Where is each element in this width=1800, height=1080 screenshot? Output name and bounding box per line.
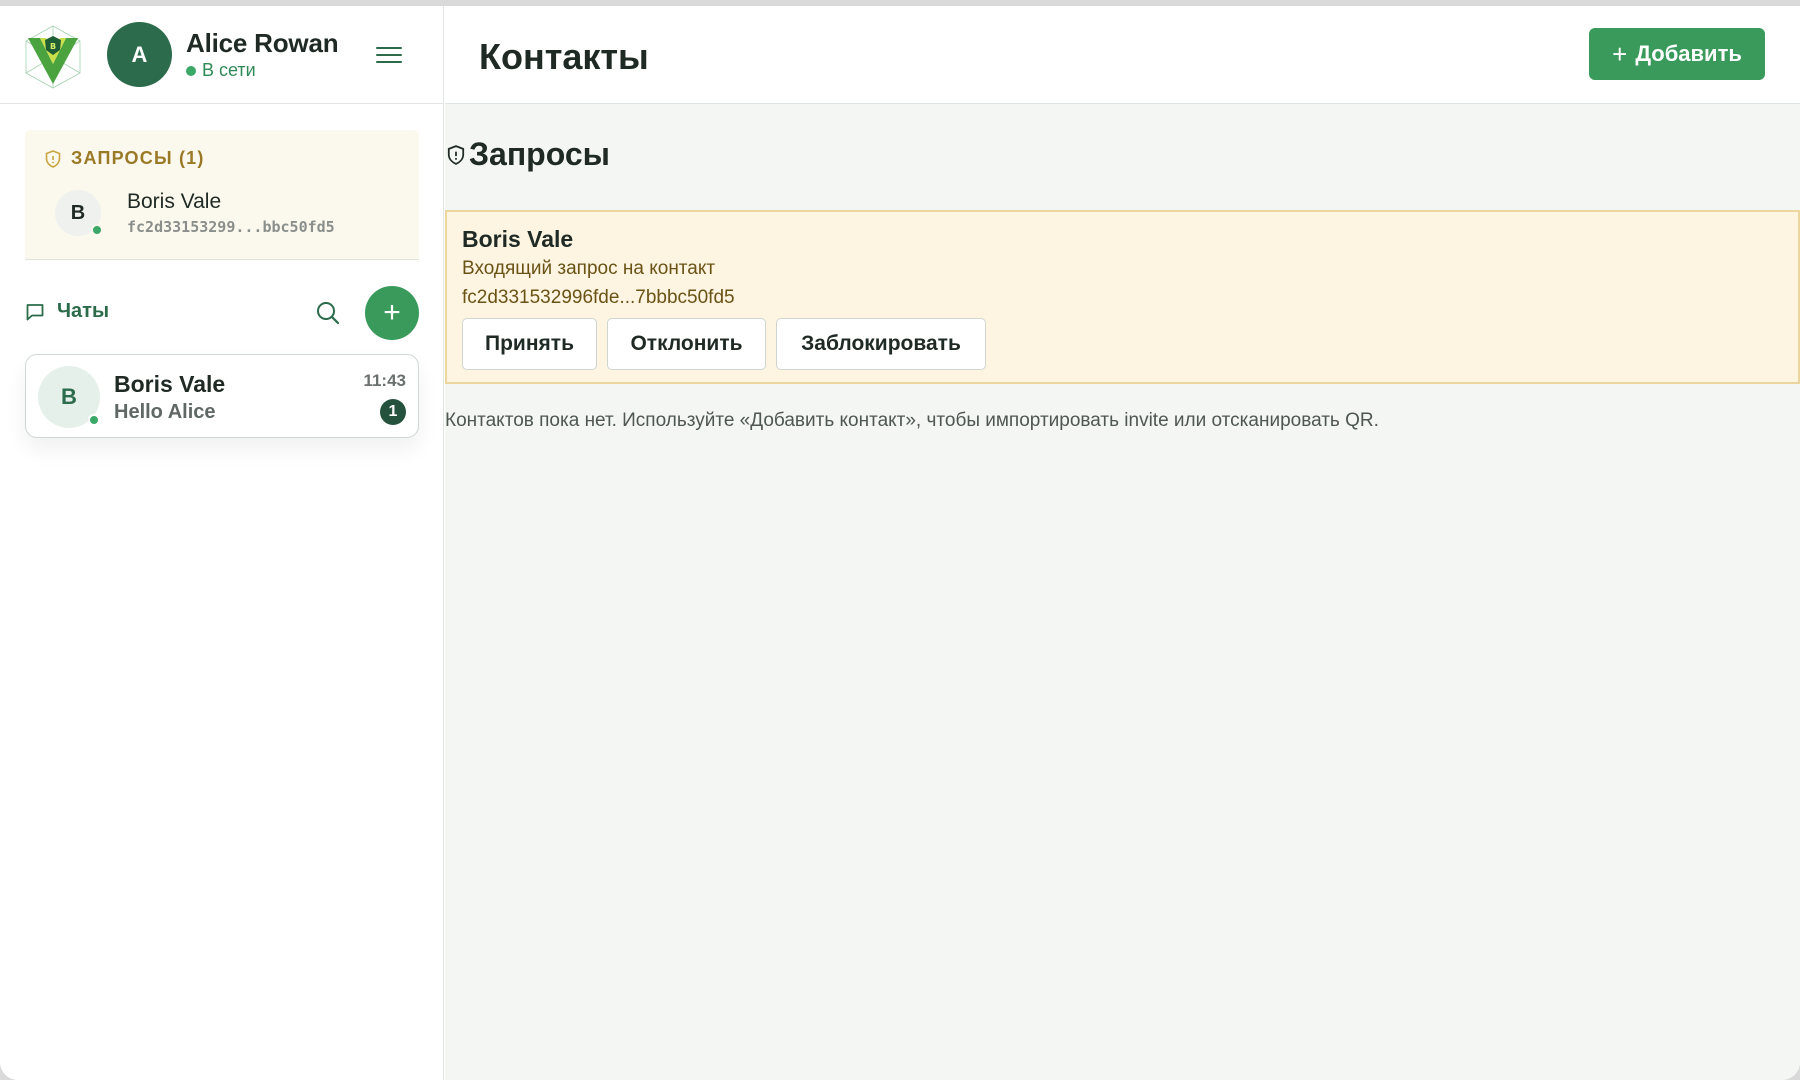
sidebar: B A Alice Rowan В сети ЗАПРОСЫ (1) B Bor… bbox=[0, 6, 444, 1080]
svg-text:B: B bbox=[50, 42, 56, 51]
new-chat-button[interactable]: + bbox=[365, 286, 419, 340]
user-status: В сети bbox=[186, 60, 256, 81]
shield-icon bbox=[447, 144, 465, 165]
user-name: Alice Rowan bbox=[186, 28, 339, 58]
search-icon[interactable] bbox=[315, 300, 341, 326]
empty-contacts-note: Контактов пока нет. Используйте «Добавит… bbox=[445, 410, 1379, 431]
block-button[interactable]: Заблокировать bbox=[776, 318, 986, 370]
main-panel: Контакты + Добавить Запросы Boris Vale В… bbox=[445, 6, 1800, 1080]
decline-button[interactable]: Отклонить bbox=[607, 318, 766, 370]
requests-panel-title: ЗАПРОСЫ (1) bbox=[45, 148, 205, 169]
request-id: fc2d331532996fde...7bbbc50fd5 bbox=[462, 287, 735, 308]
chat-list-item[interactable]: B Boris Vale Hello Alice 11:43 1 bbox=[25, 354, 419, 438]
request-list-item[interactable]: B Boris Vale fc2d33153299...bbc50fd5 bbox=[55, 186, 395, 242]
avatar-initial: B bbox=[61, 384, 77, 409]
avatar: B bbox=[55, 190, 103, 236]
online-dot-icon bbox=[186, 65, 196, 76]
chat-preview: Hello Alice bbox=[114, 401, 216, 423]
requests-panel: ЗАПРОСЫ (1) B Boris Vale fc2d33153299...… bbox=[25, 130, 419, 260]
online-dot-icon bbox=[88, 414, 100, 426]
requests-section-title-text: Запросы bbox=[469, 136, 610, 172]
requests-section-title: Запросы bbox=[447, 136, 610, 173]
user-status-label: В сети bbox=[202, 60, 256, 80]
chat-bubble-icon bbox=[26, 303, 44, 320]
page-title: Контакты bbox=[479, 36, 649, 77]
sidebar-header: B A Alice Rowan В сети bbox=[0, 6, 444, 104]
request-id: fc2d33153299...bbc50fd5 bbox=[127, 218, 335, 236]
chats-title: Чаты bbox=[25, 300, 109, 323]
add-contact-label: Добавить bbox=[1635, 41, 1742, 66]
app-window: B A Alice Rowan В сети ЗАПРОСЫ (1) B Bor… bbox=[0, 6, 1800, 1080]
menu-icon[interactable] bbox=[372, 42, 406, 70]
plus-icon: + bbox=[383, 296, 401, 329]
chats-header: Чаты + bbox=[25, 286, 419, 340]
app-logo-icon: B bbox=[25, 25, 81, 89]
online-dot-icon bbox=[91, 224, 103, 236]
avatar: B bbox=[38, 366, 100, 428]
plus-icon: + bbox=[1612, 38, 1628, 69]
chat-time: 11:43 bbox=[363, 371, 406, 390]
add-contact-button[interactable]: + Добавить bbox=[1589, 28, 1765, 80]
avatar-initial: B bbox=[70, 201, 86, 224]
contact-request-card: Boris Vale Входящий запрос на контакт fc… bbox=[445, 210, 1800, 384]
request-name: Boris Vale bbox=[462, 226, 574, 252]
main-header: Контакты + Добавить bbox=[445, 6, 1800, 104]
unread-badge: 1 bbox=[380, 399, 406, 425]
accept-button[interactable]: Принять bbox=[462, 318, 597, 370]
requests-panel-title-text: ЗАПРОСЫ (1) bbox=[71, 148, 205, 168]
shield-icon bbox=[45, 149, 61, 168]
request-subtitle: Входящий запрос на контакт bbox=[462, 258, 716, 279]
chat-name: Boris Vale bbox=[114, 371, 226, 397]
request-name: Boris Vale bbox=[127, 190, 222, 213]
chats-title-text: Чаты bbox=[57, 300, 110, 322]
user-avatar[interactable]: A bbox=[107, 22, 172, 87]
